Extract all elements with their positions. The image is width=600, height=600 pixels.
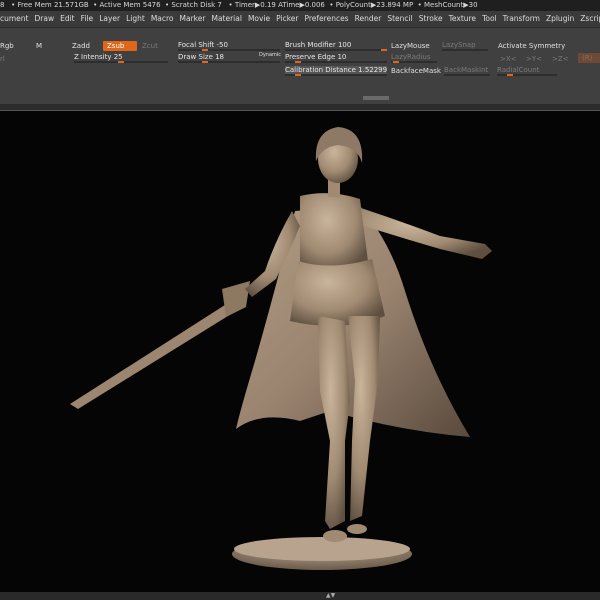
menu-picker[interactable]: Picker [273,11,301,27]
slider-knob[interactable] [202,61,208,63]
lazysnap-slider[interactable]: LazySnap [442,41,488,51]
slider-knob[interactable] [295,61,301,63]
menu-document[interactable]: cument [0,11,32,27]
focal-shift-slider[interactable]: Focal Shift -50 [178,41,280,51]
slider-knob[interactable] [381,49,387,51]
lazymouse-button[interactable]: LazyMouse [391,42,430,50]
symmetry-r-button[interactable]: (R) [578,53,600,63]
slider-knob[interactable] [202,49,208,51]
menu-render[interactable]: Render [352,11,385,27]
menu-tool[interactable]: Tool [479,11,500,27]
menu-movie[interactable]: Movie [245,11,273,27]
slider-track [497,74,557,76]
menu-draw[interactable]: Draw [32,11,58,27]
slider-track [442,49,488,51]
calibration-distance-slider[interactable]: Calibration Distance 1.52299 [285,66,387,76]
menu-preferences[interactable]: Preferences [301,11,351,27]
radialcount-slider[interactable]: RadialCount [497,66,557,76]
bottom-expand-arrows[interactable]: ▲▼ [326,592,335,600]
slider-knob[interactable] [507,74,513,76]
menu-zplugin[interactable]: Zplugin [543,11,577,27]
symmetry-x-button[interactable]: >X< [500,55,517,63]
menu-stencil[interactable]: Stencil [384,11,415,27]
torso [300,193,368,272]
dynamic-button[interactable]: Dynamic [259,52,281,58]
menu-file[interactable]: File [78,11,97,27]
zsub-button[interactable]: Zsub [103,41,137,51]
meshcount-status: • MeshCount▶30 [417,1,478,9]
brush-modifier-slider[interactable]: Brush Modifier 100 [285,41,387,51]
menu-layer[interactable]: Layer [96,11,123,27]
menu-macro[interactable]: Macro [148,11,177,27]
menu-edit[interactable]: Edit [57,11,78,27]
status-item: 8 [0,1,5,9]
m-button[interactable]: M [36,42,42,50]
preserve-edge-slider[interactable]: Preserve Edge 10 [285,53,387,63]
zadd-button[interactable]: Zadd [72,42,90,50]
sculpt-model[interactable] [0,111,600,593]
slider-track [178,49,280,51]
status-bar: 8 • Free Mem 21.571GB • Active Mem 5476 … [0,0,600,11]
toolbar-scroll-handle[interactable] [363,96,389,100]
z-intensity-slider[interactable]: Z Intensity 25 [74,53,168,63]
menu-material[interactable]: Material [208,11,244,27]
sword [70,303,236,409]
menu-transform[interactable]: Transform [500,11,543,27]
scratch-disk-status: • Scratch Disk 7 [165,1,222,9]
backmaskint-slider[interactable]: BackMaskInt [444,66,490,76]
slider-track [285,49,387,51]
menu-marker[interactable]: Marker [177,11,209,27]
slider-knob[interactable] [295,74,301,76]
menu-bar: cument Draw Edit File Layer Light Macro Marker M… [0,11,600,28]
right-leg [318,316,350,529]
timer-status: • Timer▶0.19 ATime▶0.006 [228,1,325,9]
top-toolbar: Rgb rl M Zadd Zsub Zcut Z Intensity 25 F… [0,28,600,104]
canvas-viewport[interactable] [0,110,600,593]
zcut-button[interactable]: Zcut [142,42,158,50]
slider-track [444,74,490,76]
lazyradius-slider[interactable]: LazyRadius [391,53,437,63]
active-mem-status: • Active Mem 5476 [93,1,161,9]
menu-texture[interactable]: Texture [446,11,479,27]
slider-knob[interactable] [118,61,124,63]
symmetry-z-button[interactable]: >Z< [552,55,569,63]
slider-track [178,61,280,63]
menu-light[interactable]: Light [123,11,148,27]
bottom-bar: ▲▼ [0,592,600,600]
menu-stroke[interactable]: Stroke [416,11,446,27]
menu-zscript[interactable]: Zscript [577,11,600,27]
symmetry-y-button[interactable]: >Y< [526,55,542,63]
free-mem-status: • Free Mem 21.571GB [11,1,89,9]
armored-skirt [290,259,385,326]
rgb-intensity-label[interactable]: rl [0,55,5,63]
polycount-status: • PolyCount▶23.894 MP [329,1,414,9]
activate-symmetry-button[interactable]: Activate Symmetry [498,42,565,50]
backface-mask-button[interactable]: BackfaceMask [391,67,441,75]
slider-knob[interactable] [393,61,399,63]
rgb-button[interactable]: Rgb [0,42,14,50]
